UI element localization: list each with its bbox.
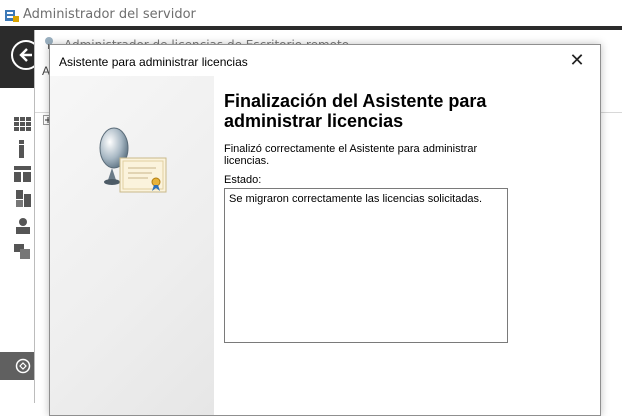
file-storage-icon[interactable]: [14, 190, 32, 208]
rds-icon[interactable]: [14, 242, 32, 260]
status-text: Se migraron correctamente las licencias …: [229, 193, 483, 205]
dashboard-icon[interactable]: [14, 115, 32, 133]
wizard-title: Asistente para administrar licencias: [59, 55, 248, 69]
server-manager-title: Administrador del servidor: [23, 7, 196, 22]
back-arrow-icon: [19, 48, 32, 62]
server-manager-icon: [5, 10, 19, 22]
user-icon[interactable]: [14, 217, 32, 235]
wizard-titlebar: Asistente para administrar licencias ✕: [50, 45, 600, 76]
wizard-side-panel: [50, 76, 214, 415]
licensing-icon: [15, 358, 31, 374]
wizard-heading: Finalización del Asistente para administ…: [224, 91, 487, 131]
status-label: Estado:: [224, 174, 262, 186]
certificate-icon: [119, 157, 167, 193]
server-manager-nav: [0, 88, 35, 403]
close-icon: ✕: [569, 50, 585, 70]
status-textbox[interactable]: Se migraron correctamente las licencias …: [224, 188, 508, 343]
license-wizard-dialog: Asistente para administrar licencias ✕ F…: [49, 44, 601, 416]
wizard-description: Finalizó correctamente el Asistente para…: [224, 143, 478, 167]
close-button[interactable]: ✕: [554, 45, 600, 76]
all-servers-icon[interactable]: [14, 165, 32, 183]
licensing-wizard-icon: [99, 127, 167, 193]
local-server-icon[interactable]: [17, 140, 27, 158]
